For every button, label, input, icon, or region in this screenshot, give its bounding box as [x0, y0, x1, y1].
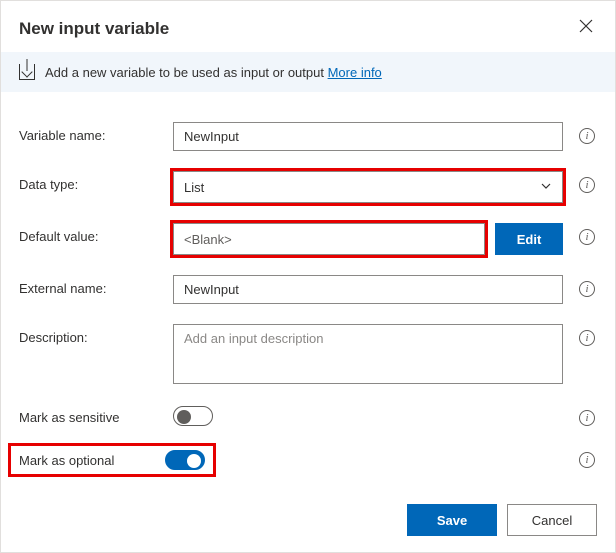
data-type-select[interactable]: List	[173, 171, 563, 203]
edit-button[interactable]: Edit	[495, 223, 563, 255]
info-icon[interactable]: i	[579, 281, 595, 297]
form: Variable name: i Data type: List i	[1, 92, 615, 490]
row-external-name: External name: i	[19, 275, 597, 304]
dialog-title: New input variable	[19, 19, 169, 39]
variable-name-input[interactable]	[173, 122, 563, 151]
input-variable-icon	[19, 64, 35, 80]
label-mark-optional: Mark as optional	[19, 453, 151, 468]
info-icon[interactable]: i	[579, 177, 595, 193]
info-icon[interactable]: i	[579, 452, 595, 468]
row-description: Description: i	[19, 324, 597, 384]
description-textarea[interactable]	[173, 324, 563, 384]
toggle-knob	[187, 454, 201, 468]
label-variable-name: Variable name:	[19, 122, 159, 143]
cancel-button[interactable]: Cancel	[507, 504, 597, 536]
info-icon[interactable]: i	[579, 229, 595, 245]
info-icon[interactable]: i	[579, 128, 595, 144]
label-data-type: Data type:	[19, 171, 159, 192]
close-icon	[579, 20, 593, 37]
label-external-name: External name:	[19, 275, 159, 296]
toggle-knob	[177, 410, 191, 424]
row-default-value: Default value: <Blank> Edit i	[19, 223, 597, 255]
chevron-down-icon	[540, 180, 552, 195]
close-button[interactable]	[575, 15, 597, 42]
row-data-type: Data type: List i	[19, 171, 597, 203]
info-icon[interactable]: i	[579, 410, 595, 426]
label-description: Description:	[19, 324, 159, 345]
external-name-input[interactable]	[173, 275, 563, 304]
save-button[interactable]: Save	[407, 504, 497, 536]
label-mark-sensitive: Mark as sensitive	[19, 404, 159, 425]
data-type-value: List	[184, 180, 204, 195]
row-variable-name: Variable name: i	[19, 122, 597, 151]
mark-sensitive-toggle[interactable]	[173, 406, 213, 426]
default-value-field[interactable]: <Blank>	[173, 223, 485, 255]
banner-text: Add a new variable to be used as input o…	[45, 65, 324, 80]
mark-optional-toggle[interactable]	[165, 450, 205, 470]
dialog: New input variable Add a new variable to…	[0, 0, 616, 553]
dialog-footer: Save Cancel	[1, 490, 615, 552]
info-banner: Add a new variable to be used as input o…	[1, 52, 615, 92]
default-value-text: <Blank>	[184, 232, 232, 247]
dialog-header: New input variable	[1, 1, 615, 52]
row-mark-sensitive: Mark as sensitive i	[19, 404, 597, 426]
label-default-value: Default value:	[19, 223, 159, 244]
info-icon[interactable]: i	[579, 330, 595, 346]
row-mark-optional: Mark as optional i	[19, 446, 597, 474]
more-info-link[interactable]: More info	[328, 65, 382, 80]
